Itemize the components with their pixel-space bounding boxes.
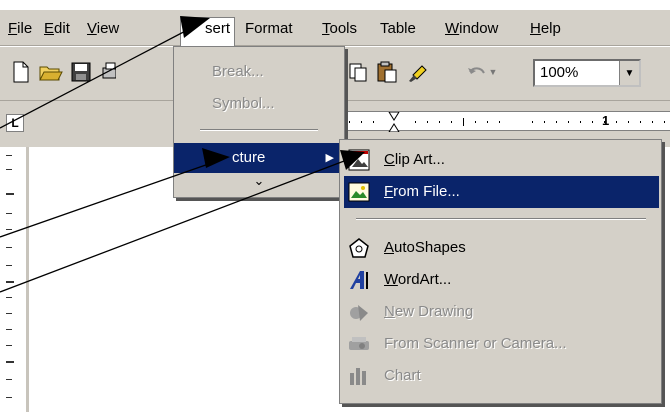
picture-submenu: Clip Art... From File... AutoShapes Word…: [339, 139, 662, 404]
wordart-icon: [350, 271, 368, 289]
menu-item-new-drawing[interactable]: New Drawing: [344, 296, 659, 328]
menu-item-clip-art[interactable]: Clip Art...: [344, 144, 659, 176]
menu-item-break[interactable]: Break...: [174, 57, 344, 87]
vertical-ruler-edge: [26, 147, 29, 412]
format-painter-icon[interactable]: [406, 59, 432, 85]
menu-edit[interactable]: Edit: [44, 18, 70, 40]
open-folder-icon[interactable]: [38, 59, 64, 85]
menu-help[interactable]: Help: [530, 18, 561, 40]
ruler-strip: 1: [337, 111, 670, 132]
insert-menu: Break... Symbol... cture ▶ ⌄: [173, 46, 345, 198]
menu-item-from-scanner-or-camera[interactable]: From Scanner or Camera...: [344, 328, 659, 360]
menu-item-from-file[interactable]: From File...: [344, 176, 659, 208]
menu-insert[interactable]: sert: [180, 17, 236, 47]
autoshapes-icon: [349, 238, 369, 258]
chart-icon: [350, 368, 366, 385]
print-icon[interactable]: [96, 59, 122, 85]
tab-selector-icon[interactable]: L: [6, 114, 24, 132]
ruler-number: 1: [602, 113, 610, 128]
save-icon[interactable]: [68, 59, 94, 85]
undo-dropdown-icon[interactable]: ▼: [486, 59, 500, 85]
menu-file[interactable]: File: [8, 18, 32, 40]
new-document-icon[interactable]: [8, 59, 34, 85]
menu-table[interactable]: Table: [380, 18, 416, 40]
scanner-camera-icon: [349, 337, 369, 350]
menu-separator: [200, 129, 318, 131]
paste-icon[interactable]: [374, 59, 400, 85]
menu-bar: File Edit View sert Format Tools Table W…: [0, 10, 670, 47]
vertical-ruler: [0, 147, 26, 412]
menu-window[interactable]: Window: [445, 18, 498, 40]
menu-item-autoshapes[interactable]: AutoShapes: [344, 232, 659, 264]
from-file-icon: [348, 182, 370, 202]
menu-item-symbol[interactable]: Symbol...: [174, 89, 344, 119]
zoom-value: 100%: [540, 64, 579, 81]
submenu-separator: [356, 218, 646, 220]
menu-item-wordart[interactable]: WordArt...: [344, 264, 659, 296]
clip-art-icon: [348, 149, 370, 171]
new-drawing-icon: [350, 305, 368, 321]
menu-tools[interactable]: Tools: [322, 18, 357, 40]
zoom-dropdown-icon[interactable]: ▼: [619, 61, 639, 85]
zoom-select[interactable]: 100% ▼: [533, 59, 641, 87]
copy-icon[interactable]: [345, 59, 371, 85]
expand-menu-icon[interactable]: ⌄: [174, 167, 344, 195]
menu-item-chart[interactable]: Chart: [344, 360, 659, 392]
menu-view[interactable]: View: [87, 18, 119, 40]
menu-format[interactable]: Format: [245, 18, 293, 40]
